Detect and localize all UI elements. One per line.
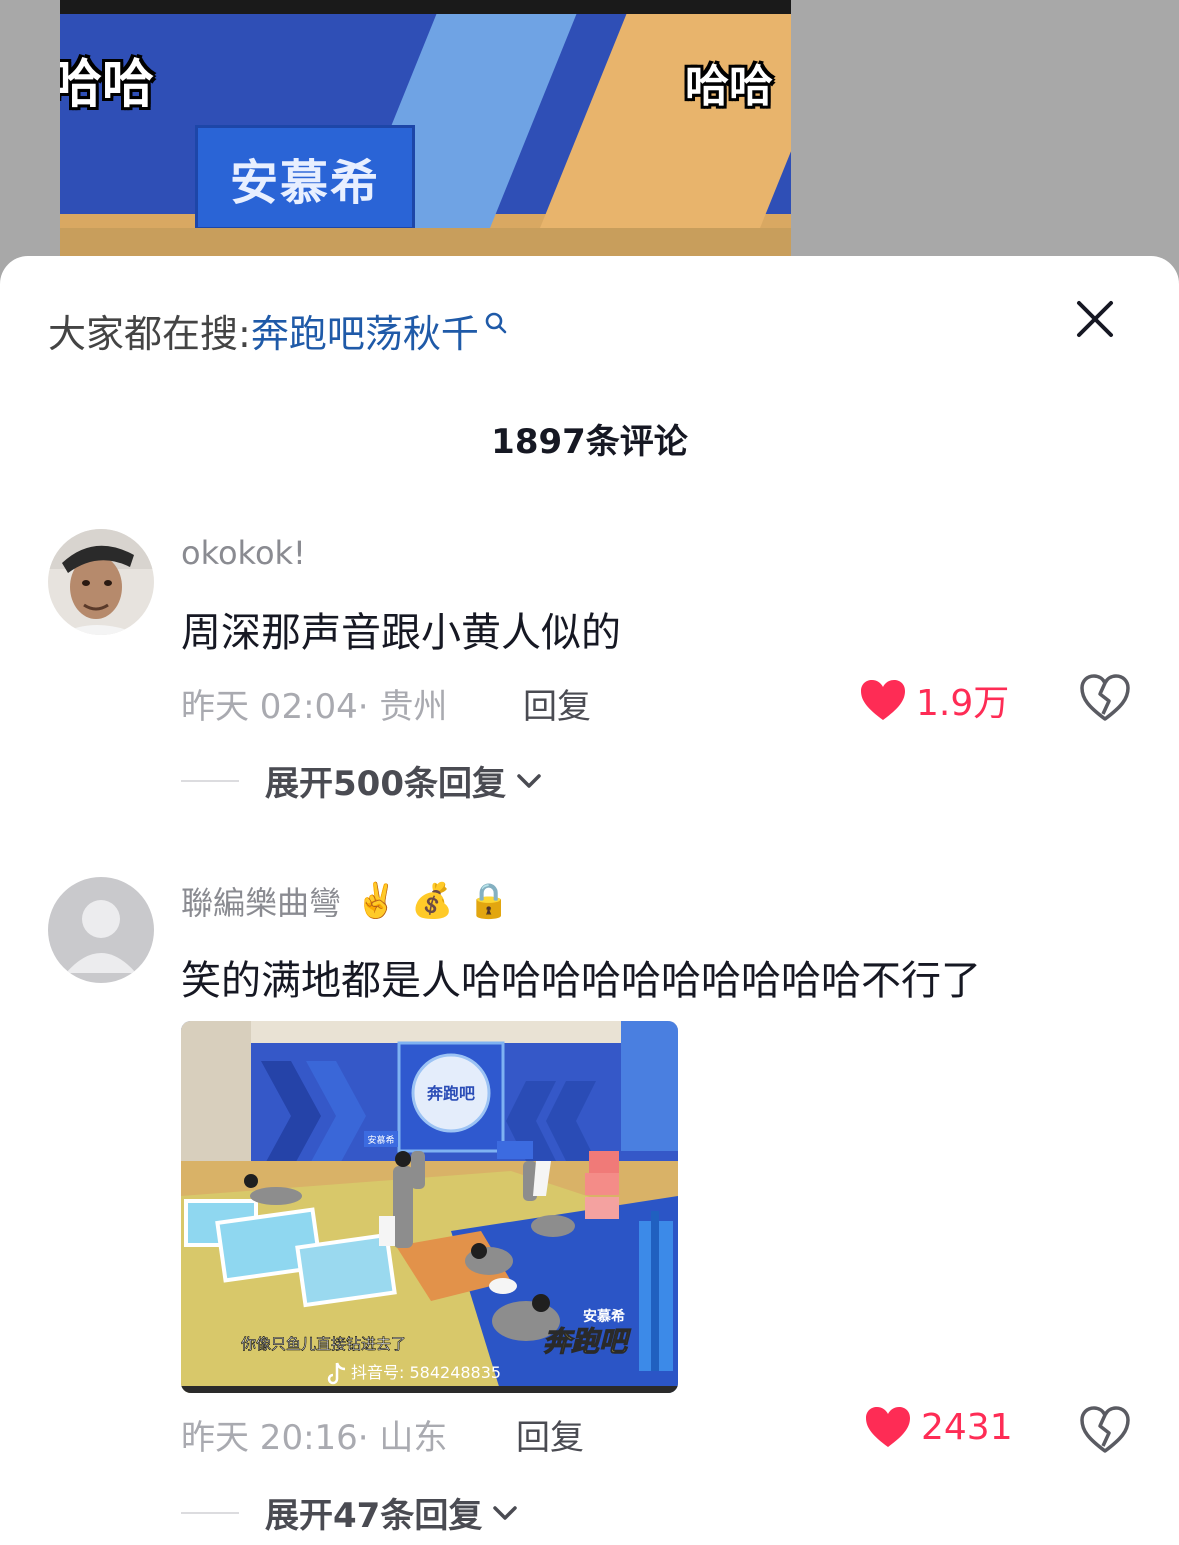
lock-emoji: 🔒 bbox=[467, 881, 511, 921]
sponsor-board-text: 安慕希 bbox=[229, 154, 380, 211]
sponsor-board: 安慕希 bbox=[195, 125, 415, 230]
avatar[interactable] bbox=[48, 877, 154, 983]
show-logo-small: 奔跑吧 bbox=[426, 1084, 475, 1103]
like-count: 1.9万 bbox=[916, 683, 1010, 724]
video-top-bar bbox=[60, 0, 791, 14]
comments-sheet: 大家都在搜: 奔跑吧荡秋千 1897条评论 okokok! 周深那声音跟小黄人似… bbox=[0, 256, 1179, 1545]
douyin-id-watermark: 抖音号: 584248835 bbox=[351, 1363, 501, 1382]
comment-image[interactable]: 奔跑吧 安慕希 安慕希 奔跑吧 你像只鱼儿直接钻进去了 抖音号: 5842488… bbox=[181, 1021, 678, 1393]
comment-time-location: 昨天 20:16· 山东 bbox=[181, 1418, 448, 1458]
trending-search-term[interactable]: 奔跑吧荡秋千 bbox=[251, 303, 479, 358]
heart-icon bbox=[866, 1407, 910, 1447]
video-caption-right: 哈哈 bbox=[685, 61, 773, 112]
expand-replies-label: 展开47条回复 bbox=[265, 1496, 483, 1536]
broken-heart-icon[interactable] bbox=[1080, 674, 1130, 722]
video-subtitle: 你像只鱼儿直接钻进去了 bbox=[241, 1335, 406, 1353]
show-logo: 奔跑吧 bbox=[543, 1325, 631, 1358]
divider-line bbox=[181, 779, 239, 782]
sponsor-watermark: 安慕希 bbox=[583, 1308, 625, 1325]
comment-image-scene: 奔跑吧 安慕希 安慕希 奔跑吧 你像只鱼儿直接钻进去了 抖音号: 5842488… bbox=[181, 1021, 678, 1393]
chevron-down-icon bbox=[493, 1505, 518, 1520]
video-caption-left: 哈哈 bbox=[60, 55, 155, 115]
trending-search-prefix: 大家都在搜: bbox=[48, 311, 251, 356]
money-bag-emoji: 💰 bbox=[411, 881, 454, 921]
search-icon bbox=[485, 312, 507, 334]
comment-text: 笑的满地都是人哈哈哈哈哈哈哈哈哈哈不行了 bbox=[181, 958, 981, 1004]
expand-replies-button[interactable]: 展开500条回复 bbox=[181, 756, 542, 805]
comment-username[interactable]: 聯編樂曲彎 ✌️ 💰 🔒 bbox=[181, 878, 510, 924]
trending-search-bar[interactable]: 大家都在搜: 奔跑吧荡秋千 bbox=[48, 304, 509, 356]
like-count: 2431 bbox=[921, 1406, 1013, 1448]
sponsor-sign-small: 安慕希 bbox=[367, 1134, 394, 1146]
expand-replies-button[interactable]: 展开47条回复 bbox=[181, 1488, 518, 1537]
default-avatar-icon bbox=[48, 877, 154, 983]
comment-username-text: 聯編樂曲彎 bbox=[181, 884, 342, 922]
chevron-down-icon bbox=[517, 773, 541, 788]
comment-count-title: 1897条评论 bbox=[491, 422, 688, 462]
expand-replies-label: 展开500条回复 bbox=[265, 764, 506, 804]
comment-username[interactable]: okokok! bbox=[181, 534, 306, 572]
close-icon bbox=[1077, 301, 1113, 337]
reply-button[interactable]: 回复 bbox=[516, 1410, 584, 1459]
avatar[interactable] bbox=[48, 529, 154, 635]
avatar-photo bbox=[48, 529, 154, 635]
comment-text: 周深那声音跟小黄人似的 bbox=[181, 610, 621, 656]
close-button[interactable] bbox=[1070, 294, 1120, 344]
like-button[interactable]: 1.9万 bbox=[860, 674, 1009, 726]
like-button[interactable]: 2431 bbox=[865, 1406, 1013, 1448]
divider-line bbox=[181, 1511, 239, 1514]
victory-hand-emoji: ✌️ bbox=[355, 881, 398, 921]
heart-icon bbox=[861, 680, 905, 720]
video-player[interactable]: 安慕希 哈哈 哈哈 bbox=[60, 0, 791, 270]
broken-heart-icon[interactable] bbox=[1080, 1406, 1130, 1454]
reply-button[interactable]: 回复 bbox=[523, 679, 591, 728]
comment-time-location: 昨天 02:04· 贵州 bbox=[181, 687, 448, 727]
